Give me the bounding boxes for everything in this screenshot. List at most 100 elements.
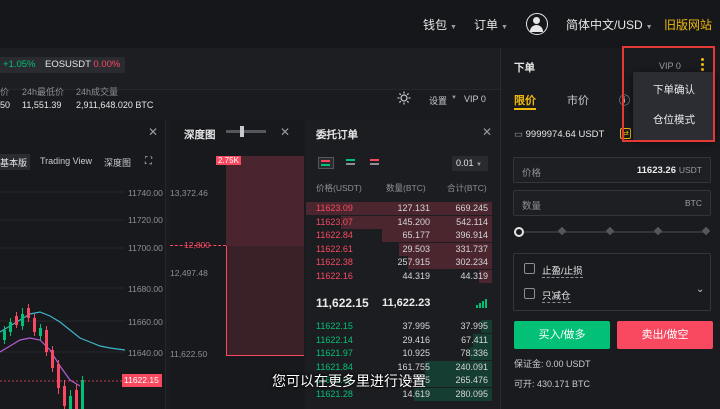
- close-icon[interactable]: ✕: [148, 125, 158, 139]
- book-view-both-icon[interactable]: [318, 157, 334, 169]
- tab-tradingview[interactable]: Trading View: [40, 156, 92, 166]
- signal-strength-icon: [476, 299, 487, 308]
- depth-tick: 12,497.48: [170, 268, 208, 278]
- old-site-link[interactable]: 旧版网站: [664, 16, 712, 33]
- highlight-frame: [622, 46, 715, 142]
- language-label: 简体中文/USD: [566, 18, 643, 32]
- quantity-field[interactable]: 数量 BTC: [513, 190, 711, 216]
- cell-total: 280.095: [455, 388, 488, 399]
- cell-qty: 65.177: [402, 230, 430, 240]
- slider-handle[interactable]: [514, 227, 524, 237]
- price-field[interactable]: 价格 11623.26 USDT: [513, 157, 711, 183]
- bid-row[interactable]: 11622.14 29.416 67.411: [306, 333, 500, 347]
- quantity-slider[interactable]: [514, 226, 711, 237]
- pair-change: 0.00%: [93, 59, 121, 70]
- tab-limit[interactable]: 限价: [514, 92, 536, 108]
- language-menu[interactable]: 简体中文/USD ▼: [566, 16, 653, 33]
- tab-basic[interactable]: 基本版: [0, 154, 30, 170]
- slider-mark[interactable]: [701, 226, 711, 236]
- depth-ask-area-top: [226, 156, 304, 246]
- wallet-label: 钱包: [423, 18, 448, 32]
- cell-qty: 127.131: [397, 203, 430, 213]
- tpsl-checkbox[interactable]: [524, 263, 535, 274]
- reduce-only-label: 只减仓: [542, 288, 571, 303]
- cell-total: 37.995: [460, 321, 488, 331]
- ask-row[interactable]: 11622.61 29.503 331.737: [306, 242, 500, 256]
- pair-name: EOSUSDT: [45, 59, 91, 70]
- ask-row[interactable]: 11623.09 127.131 669.245: [306, 202, 500, 215]
- tpsl-label: 止盈/止损: [542, 263, 583, 278]
- toolbar: 设置 ▼ VIP 0: [395, 90, 500, 108]
- depth-tick: 11,622.50: [170, 349, 208, 359]
- cell-qty: 145.200: [397, 216, 430, 227]
- pair-tab-eosusdt[interactable]: EOSUSDT 0.00%: [40, 57, 126, 73]
- price-tick: 11660.00: [128, 317, 163, 327]
- video-caption: 您可以在更多里进行设置: [272, 373, 426, 389]
- ask-row[interactable]: 11623.07 145.200 542.114: [306, 215, 500, 229]
- close-icon[interactable]: ✕: [280, 125, 290, 139]
- cell-price: 11622.16: [316, 270, 353, 281]
- price-tick: 11680.00: [128, 284, 163, 294]
- cell-qty: 161.755: [397, 361, 430, 372]
- candlestick-chart[interactable]: [0, 180, 125, 409]
- tab-depth[interactable]: 深度图: [104, 156, 131, 169]
- cell-total: 669.245: [455, 203, 488, 213]
- cell-total: 240.091: [455, 361, 488, 372]
- depth-top-label: 2.75K: [216, 156, 241, 165]
- cell-total: 67.411: [461, 334, 488, 345]
- book-view-bids-icon[interactable]: [344, 157, 358, 169]
- stat-label: 价: [0, 87, 10, 97]
- slider-mark[interactable]: [557, 226, 567, 236]
- mark-price: 11,622.23: [382, 297, 431, 309]
- ask-row[interactable]: 11622.84 65.177 396.914: [306, 229, 500, 242]
- cell-total: 396.914: [455, 230, 488, 240]
- cell-qty: 44.319: [402, 270, 430, 281]
- orders-label: 订单: [474, 18, 499, 32]
- slider-mark[interactable]: [653, 226, 663, 236]
- price-tick: 11700.00: [128, 243, 163, 253]
- header-total: 合计(BTC): [447, 183, 487, 193]
- depth-zoom-slider[interactable]: [226, 126, 266, 137]
- ask-row[interactable]: 11622.16 44.319 44.319: [306, 269, 500, 283]
- chevrons-down-icon[interactable]: ⌄: [696, 284, 704, 295]
- candles: [3, 304, 84, 409]
- cell-total: 331.737: [455, 243, 488, 254]
- margin-info: 保证金: 0.00 USDT: [514, 359, 591, 369]
- cell-total: 302.234: [455, 257, 488, 267]
- cell-price: 11622.61: [316, 243, 353, 254]
- tab-market[interactable]: 市价: [567, 92, 589, 108]
- precision-select[interactable]: 0.01 ▼: [452, 156, 488, 171]
- volume-value: 2,911,648.020 BTC: [76, 100, 154, 110]
- orders-menu[interactable]: 订单 ▼: [474, 16, 508, 33]
- price-label: 价格: [522, 168, 542, 179]
- settings-button[interactable]: 设置: [429, 94, 447, 107]
- fullscreen-icon[interactable]: ⛶: [145, 156, 152, 167]
- brightness-icon[interactable]: [397, 91, 411, 105]
- user-avatar-icon[interactable]: [526, 13, 548, 35]
- cell-price: 11622.14: [316, 334, 353, 345]
- close-icon[interactable]: ✕: [482, 125, 492, 139]
- header-qty: 数量(BTC): [386, 183, 426, 193]
- low-value: 11,551.39: [22, 100, 62, 110]
- cell-qty: 29.503: [402, 243, 430, 254]
- cell-price: 11621.84: [316, 361, 353, 372]
- pair-change-badge[interactable]: +1.05%: [0, 57, 41, 73]
- book-view-asks-icon[interactable]: [368, 157, 382, 169]
- sell-short-button[interactable]: 卖出/做空: [617, 321, 713, 349]
- cell-price: 11622.84: [316, 230, 353, 240]
- buy-long-button[interactable]: 买入/做多: [514, 321, 610, 349]
- last-price: 11,622.15: [316, 296, 369, 310]
- bid-row[interactable]: 11621.97 10.925 78.336: [306, 347, 500, 360]
- chevron-down-icon: ▼: [645, 24, 653, 31]
- reduce-only-checkbox[interactable]: [524, 288, 535, 299]
- orderbook-panel: 委托订单 ✕ 0.01 ▼ 价格(USDT) 数量(BTC) 合计(BTC) 1…: [306, 120, 500, 409]
- ask-row[interactable]: 11622.38 257.915 302.234: [306, 256, 500, 269]
- bid-row[interactable]: 11622.15 37.995 37.995: [306, 320, 500, 333]
- cell-total: 265.476: [455, 375, 488, 385]
- cell-price: 11622.15: [316, 321, 353, 331]
- slider-mark[interactable]: [605, 226, 615, 236]
- chevron-down-icon: ▼: [501, 24, 508, 31]
- chevron-down-icon: ▼: [451, 95, 457, 101]
- wallet-menu[interactable]: 钱包 ▼: [423, 16, 457, 33]
- vip-label: VIP 0: [464, 94, 486, 104]
